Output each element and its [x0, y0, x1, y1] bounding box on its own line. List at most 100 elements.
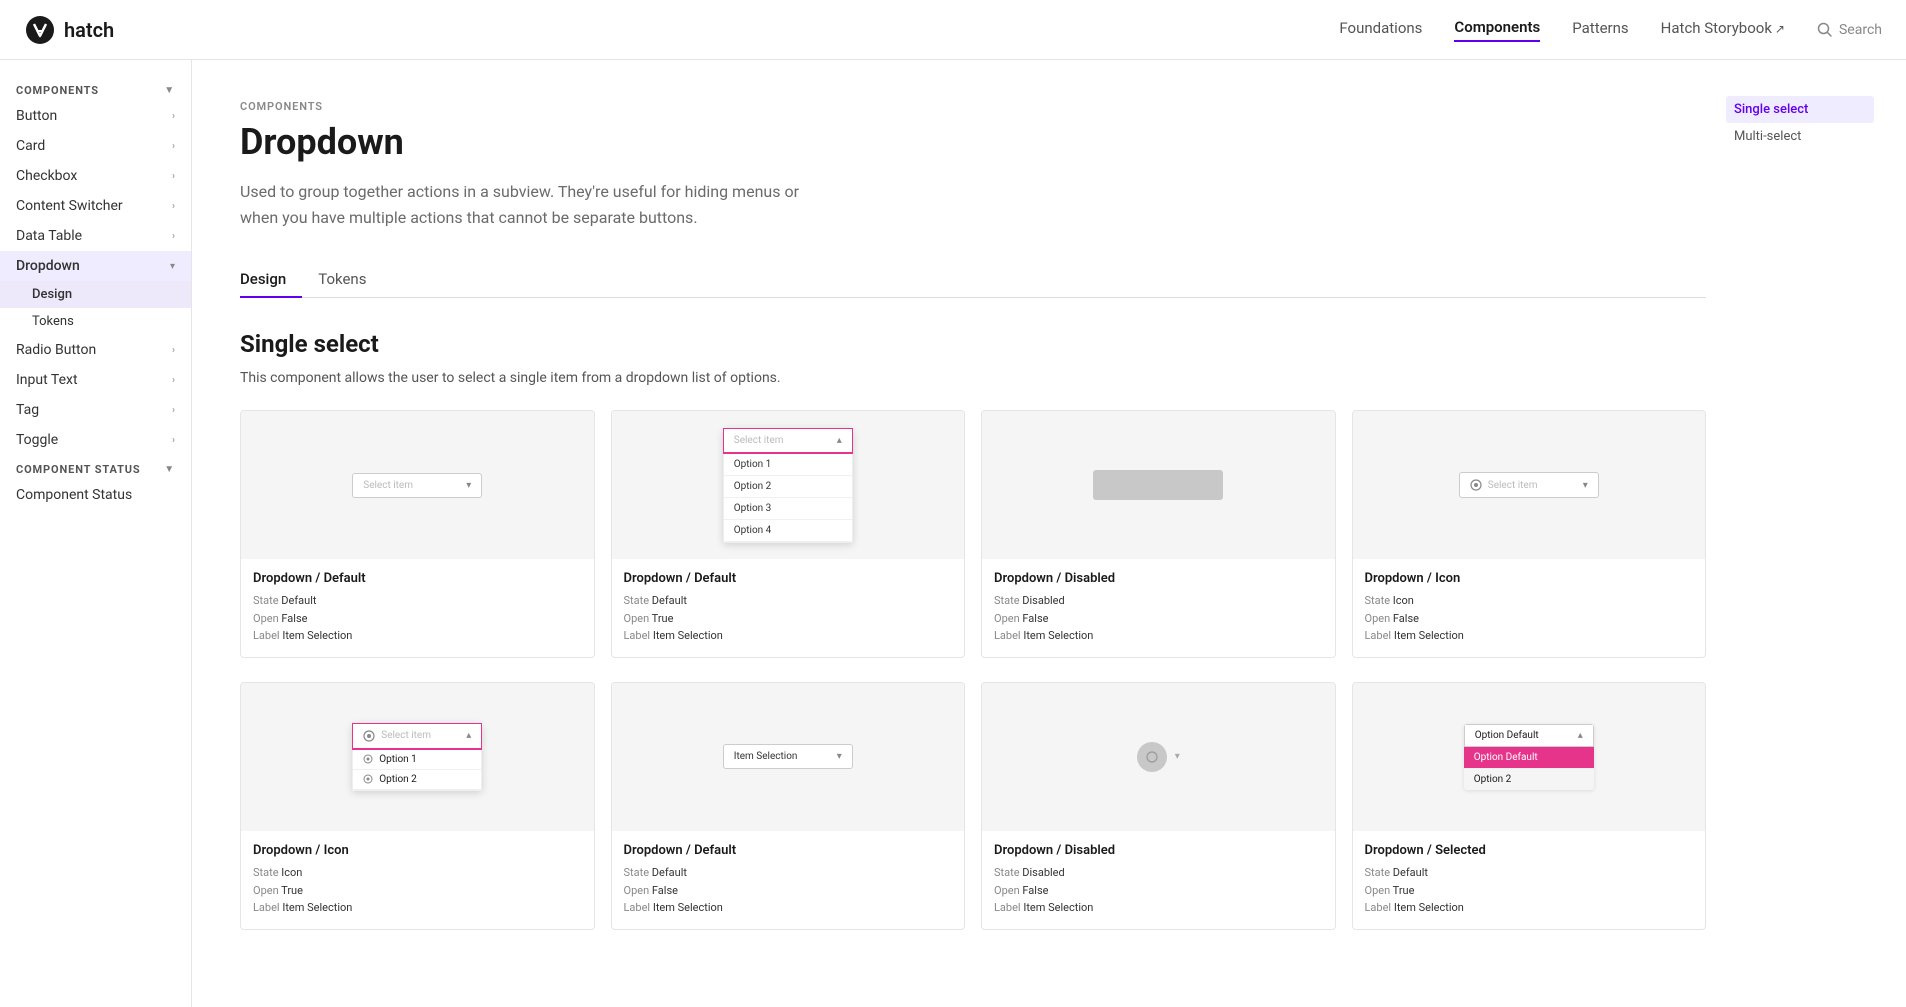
card-meta-4: State Icon Open True Label Item Selectio… — [253, 864, 582, 917]
component-card-2[interactable]: Dropdown / Disabled State Disabled Open … — [981, 410, 1336, 658]
card-meta-5: State Default Open False Label Item Sele… — [624, 864, 953, 917]
dropdown-mockup-selected: Option Default ▴ Option Default Option 2 — [1464, 724, 1594, 790]
sidebar-sub-item-design[interactable]: Design — [0, 281, 191, 308]
dropdown-chevron: ▾ — [170, 261, 175, 272]
disabled-icon-mockup: ▾ — [1137, 742, 1180, 772]
sidebar: COMPONENTS ▼ Button › Card › Checkbox › … — [0, 60, 192, 1007]
card-meta-2: State Disabled Open False Label Item Sel… — [994, 592, 1323, 645]
sidebar-sub-item-tokens[interactable]: Tokens — [0, 308, 191, 335]
checkbox-chevron: › — [172, 171, 175, 182]
dropdown-mockup-icon: Select item ▾ — [1459, 472, 1599, 498]
right-sidebar: Single select Multi-select — [1710, 80, 1890, 166]
disabled-icon — [1146, 751, 1158, 763]
dropdown-mockup-selection: Item Selection ▾ — [723, 744, 853, 769]
search-icon — [1817, 22, 1833, 38]
component-card-6[interactable]: ▾ Dropdown / Disabled State Disabled Ope… — [981, 682, 1336, 930]
sidebar-item-tag[interactable]: Tag › — [0, 395, 191, 425]
dropdown-mockup-disabled — [1093, 470, 1223, 500]
card-info-1: Dropdown / Default State Default Open Tr… — [612, 559, 965, 657]
components-section-title[interactable]: COMPONENTS ▼ — [0, 76, 191, 101]
header-nav: Foundations Components Patterns Hatch St… — [1339, 18, 1785, 42]
tag-chevron: › — [172, 405, 175, 416]
component-card-7[interactable]: Option Default ▴ Option Default Option 2… — [1352, 682, 1707, 930]
component-status-chevron: ▼ — [164, 464, 175, 475]
sidebar-item-component-status[interactable]: Component Status — [0, 480, 191, 510]
preview-disabled — [982, 411, 1335, 559]
option-icon-2 — [363, 774, 373, 784]
preview-selection: Item Selection ▾ — [612, 683, 965, 831]
card-info-2: Dropdown / Disabled State Disabled Open … — [982, 559, 1335, 657]
content-switcher-chevron: › — [172, 201, 175, 212]
data-table-chevron: › — [172, 231, 175, 242]
tab-design[interactable]: Design — [240, 262, 302, 298]
card-title-1: Dropdown / Default — [624, 571, 953, 586]
preview-icon-open: Select item ▴ Option 1 Option 2 — [241, 683, 594, 831]
preview-selected-open: Option Default ▴ Option Default Option 2 — [1353, 683, 1706, 831]
sidebar-item-checkbox[interactable]: Checkbox › — [0, 161, 191, 191]
card-info-5: Dropdown / Default State Default Open Fa… — [612, 831, 965, 929]
component-card-1[interactable]: Select item ▴ Option 1 Option 2 Option 3… — [611, 410, 966, 658]
sidebar-item-button[interactable]: Button › — [0, 101, 191, 131]
component-card-3[interactable]: Select item ▾ Dropdown / Icon State Icon… — [1352, 410, 1707, 658]
card-title-4: Dropdown / Icon — [253, 843, 582, 858]
logo[interactable]: hatch — [24, 14, 114, 46]
selected-option-default: Option Default — [1464, 747, 1594, 768]
card-meta-7: State Default Open True Label Item Selec… — [1365, 864, 1694, 917]
nav-storybook[interactable]: Hatch Storybook — [1661, 19, 1785, 41]
search-label: Search — [1839, 22, 1882, 38]
toggle-chevron: › — [172, 435, 175, 446]
sidebar-item-dropdown[interactable]: Dropdown ▾ — [0, 251, 191, 281]
card-chevron: › — [172, 141, 175, 152]
main-content: COMPONENTS Dropdown Used to group togeth… — [192, 60, 1906, 1007]
component-card-0[interactable]: Select item ▾ Dropdown / Default State D… — [240, 410, 595, 658]
sidebar-item-toggle[interactable]: Toggle › — [0, 425, 191, 455]
section-description: This component allows the user to select… — [240, 370, 840, 386]
card-title-3: Dropdown / Icon — [1365, 571, 1694, 586]
preview-default-open: Select item ▴ Option 1 Option 2 Option 3… — [612, 411, 965, 559]
nav-components[interactable]: Components — [1454, 18, 1540, 42]
component-grid-2: Select item ▴ Option 1 Option 2 — [240, 682, 1706, 930]
sidebar-item-content-switcher[interactable]: Content Switcher › — [0, 191, 191, 221]
page-title: Dropdown — [240, 121, 1706, 163]
preview-disabled-icon: ▾ — [982, 683, 1335, 831]
component-card-4[interactable]: Select item ▴ Option 1 Option 2 — [240, 682, 595, 930]
radio-button-chevron: › — [172, 345, 175, 356]
dropdown-icon — [1470, 479, 1482, 491]
preview-default-closed: Select item ▾ — [241, 411, 594, 559]
breadcrumb: COMPONENTS — [240, 100, 1706, 113]
component-card-5[interactable]: Item Selection ▾ Dropdown / Default Stat… — [611, 682, 966, 930]
card-info-4: Dropdown / Icon State Icon Open True Lab… — [241, 831, 594, 929]
preview-icon: Select item ▾ — [1353, 411, 1706, 559]
right-sidebar-item-multi-select[interactable]: Multi-select — [1726, 123, 1874, 150]
card-title-6: Dropdown / Disabled — [994, 843, 1323, 858]
search-button[interactable]: Search — [1817, 22, 1882, 38]
dropdown-mockup-icon-open: Select item ▴ Option 1 Option 2 — [352, 723, 482, 791]
card-title-2: Dropdown / Disabled — [994, 571, 1323, 586]
option-icon — [363, 754, 373, 764]
card-title-7: Dropdown / Selected — [1365, 843, 1694, 858]
tab-tokens[interactable]: Tokens — [318, 262, 382, 298]
header: hatch Foundations Components Patterns Ha… — [0, 0, 1906, 60]
card-info-3: Dropdown / Icon State Icon Open False La… — [1353, 559, 1706, 657]
card-title-0: Dropdown / Default — [253, 571, 582, 586]
right-sidebar-item-single-select[interactable]: Single select — [1726, 96, 1874, 123]
hatch-logo-icon — [24, 14, 56, 46]
sidebar-item-radio-button[interactable]: Radio Button › — [0, 335, 191, 365]
tabs: Design Tokens — [240, 262, 1706, 298]
card-meta-6: State Disabled Open False Label Item Sel… — [994, 864, 1323, 917]
icon-open-icon — [363, 730, 375, 742]
card-meta-0: State Default Open False Label Item Sele… — [253, 592, 582, 645]
sidebar-item-input-text[interactable]: Input Text › — [0, 365, 191, 395]
input-text-chevron: › — [172, 375, 175, 386]
card-info-7: Dropdown / Selected State Default Open T… — [1353, 831, 1706, 929]
card-meta-3: State Icon Open False Label Item Selecti… — [1365, 592, 1694, 645]
nav-foundations[interactable]: Foundations — [1339, 19, 1422, 41]
nav-patterns[interactable]: Patterns — [1572, 19, 1628, 41]
button-chevron: › — [172, 111, 175, 122]
dropdown-mockup-open: Select item ▴ Option 1 Option 2 Option 3… — [723, 428, 853, 543]
sidebar-item-card[interactable]: Card › — [0, 131, 191, 161]
card-title-5: Dropdown / Default — [624, 843, 953, 858]
component-status-section-title[interactable]: COMPONENT STATUS ▼ — [0, 455, 191, 480]
sidebar-item-data-table[interactable]: Data Table › — [0, 221, 191, 251]
section-title: Single select — [240, 330, 1706, 358]
